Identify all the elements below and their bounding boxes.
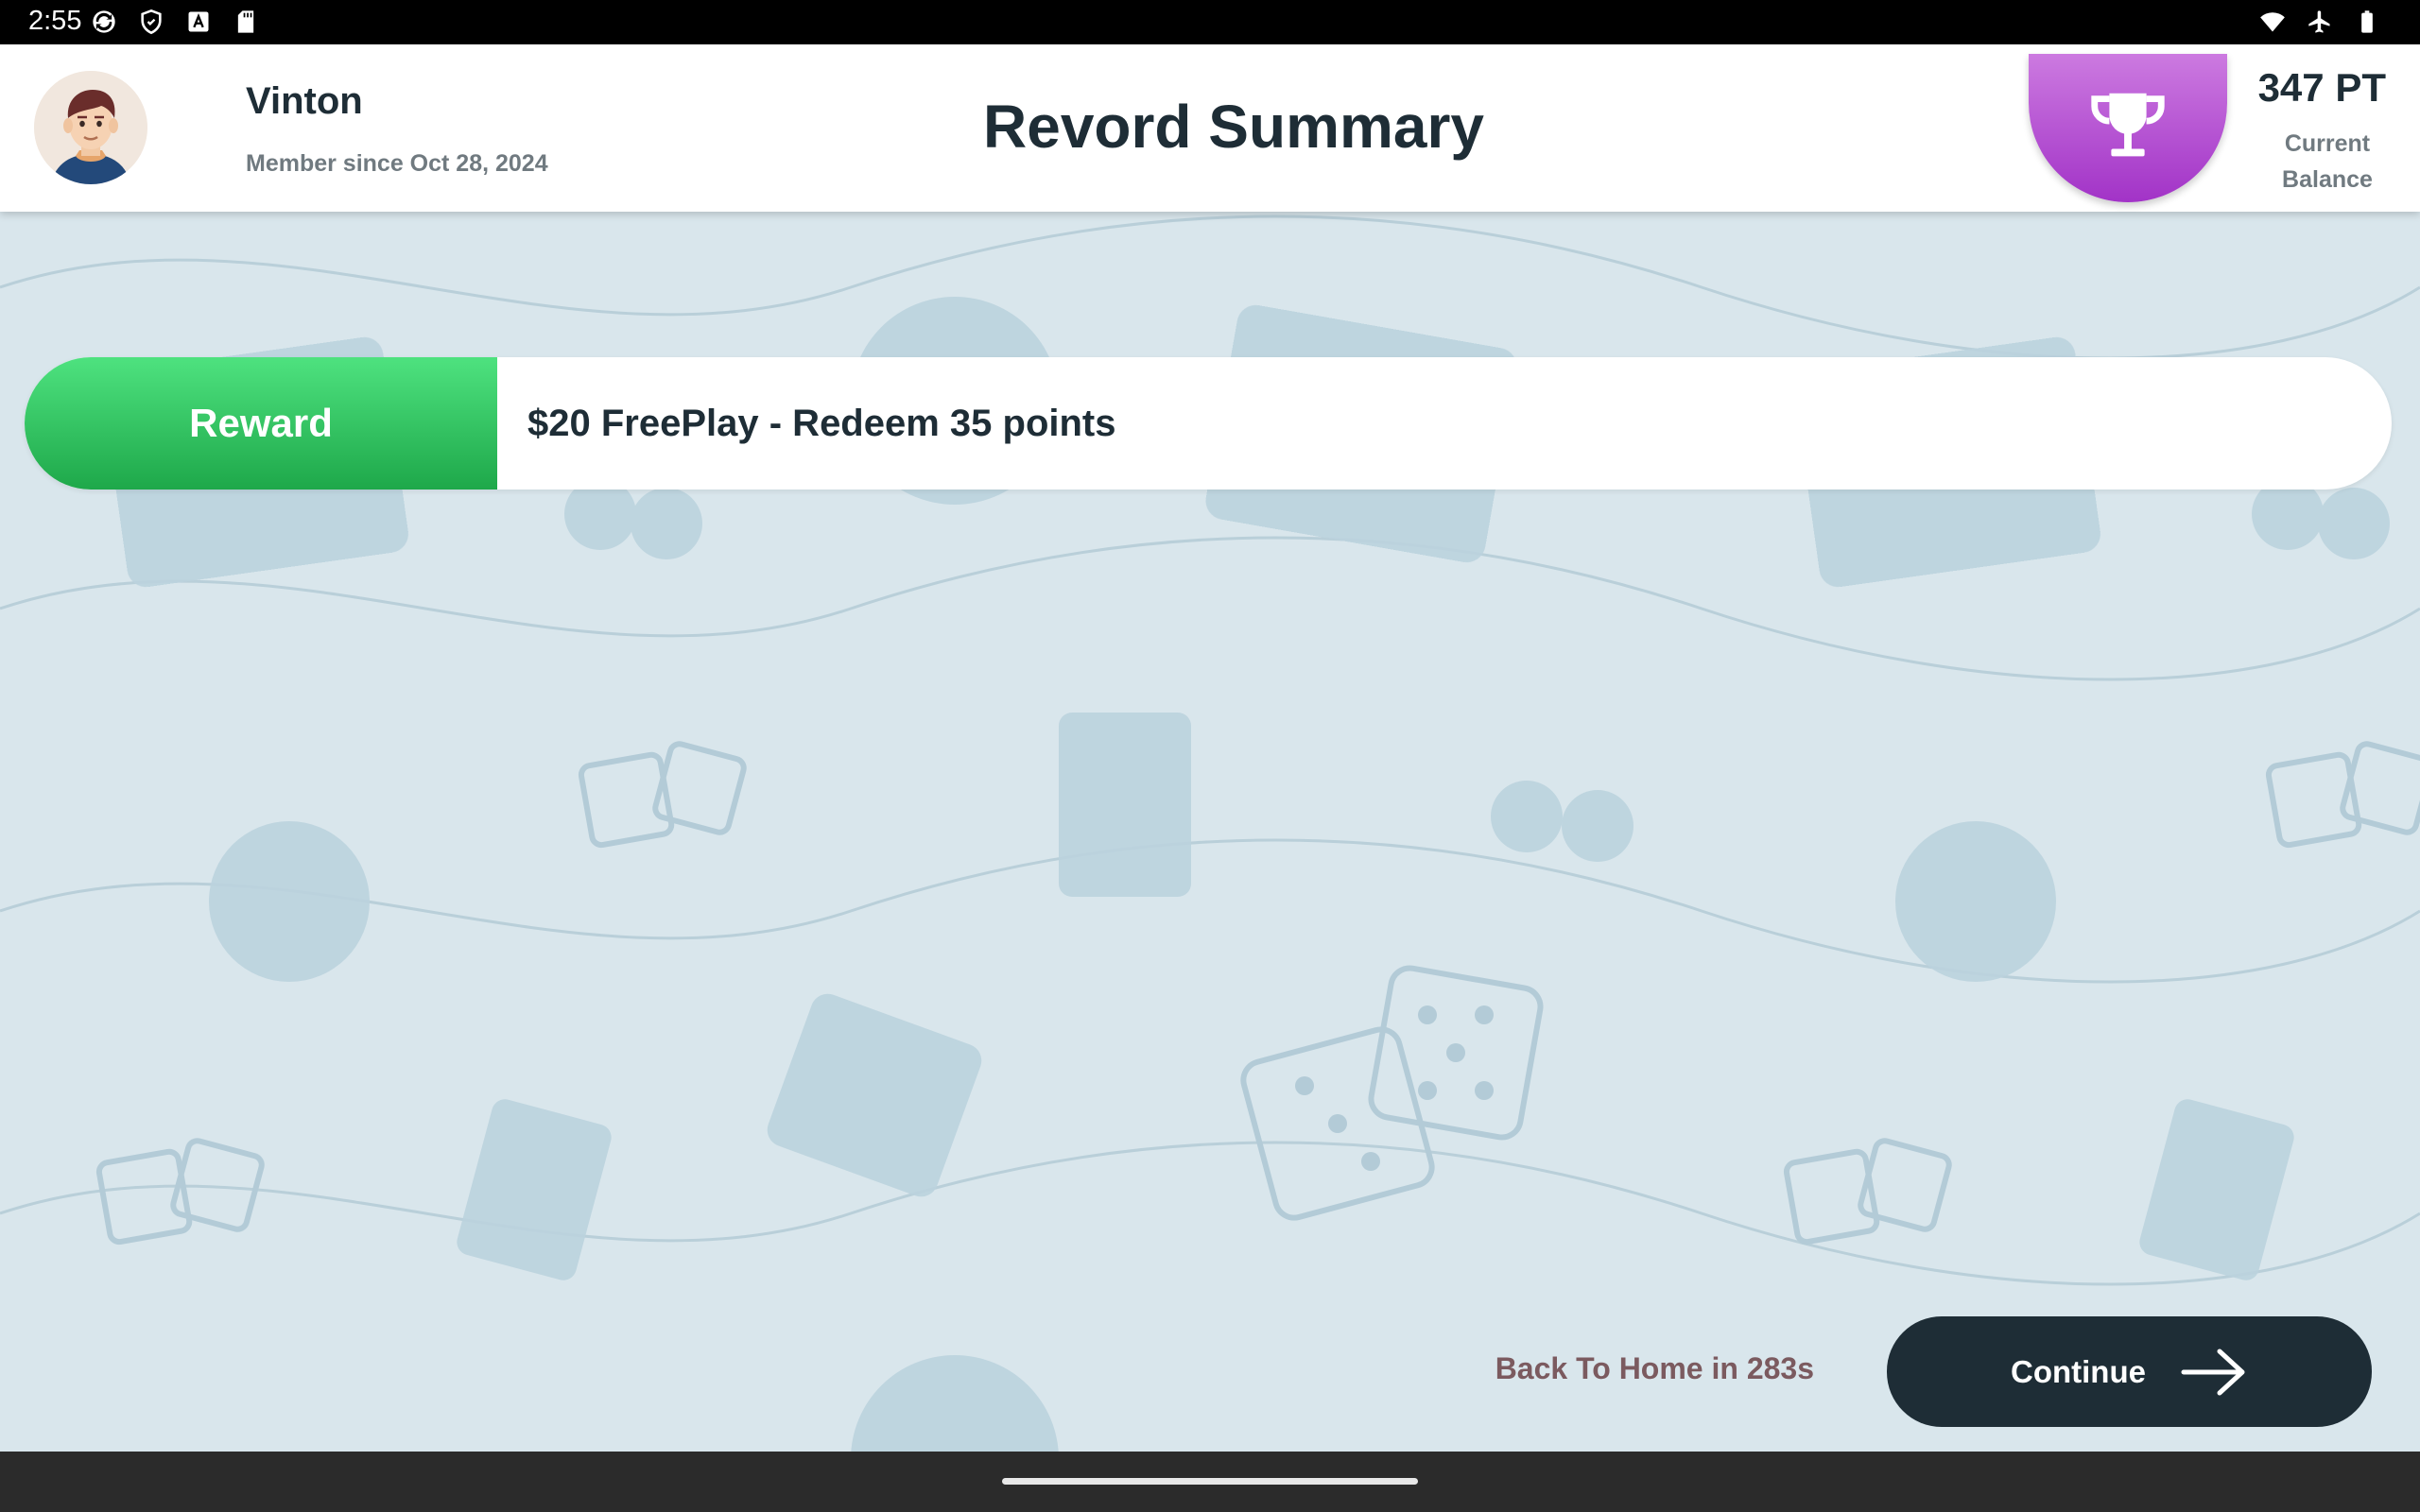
continue-label: Continue xyxy=(2011,1353,2146,1389)
wifi-icon xyxy=(2260,12,2285,32)
reward-row: Reward $20 FreePlay - Redeem 35 points xyxy=(25,357,2392,490)
status-bar: 2:55 xyxy=(0,0,2420,44)
header: Vinton Member since Oct 28, 2024 Revord … xyxy=(0,44,2420,212)
back-home-countdown: Back To Home in 283s xyxy=(1495,1351,1814,1385)
status-left-icons xyxy=(91,9,259,35)
points-value: 347 PT xyxy=(2257,65,2386,110)
reward-tag: Reward xyxy=(25,357,497,490)
sd-card-icon xyxy=(237,10,254,33)
airplane-icon xyxy=(2308,10,2330,33)
status-time: 2:55 xyxy=(28,6,82,36)
shield-icon xyxy=(141,9,162,35)
font-icon xyxy=(188,11,209,32)
status-right-icons xyxy=(2259,9,2380,35)
reward-description: $20 FreePlay - Redeem 35 points xyxy=(527,402,1116,444)
home-gesture-handle[interactable] xyxy=(1002,1478,1418,1485)
trophy-badge xyxy=(2029,54,2227,202)
battery-icon xyxy=(2361,10,2373,33)
sync-icon xyxy=(93,10,115,33)
nav-bar xyxy=(0,1452,2420,1512)
arrow-right-icon xyxy=(2181,1349,2245,1395)
trophy-icon xyxy=(2091,93,2165,157)
continue-button[interactable]: Continue xyxy=(1887,1316,2372,1427)
points-label: Current Balance xyxy=(2282,130,2373,193)
